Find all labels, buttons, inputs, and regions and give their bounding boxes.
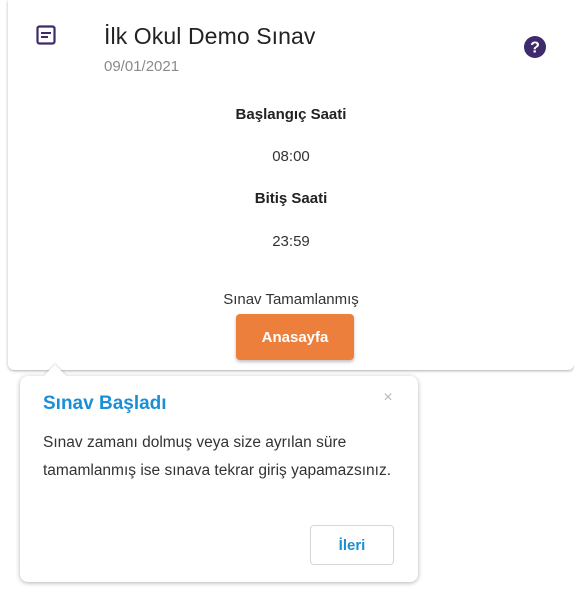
start-time-label: Başlangıç Saati: [235, 106, 347, 123]
exam-card: İlk Okul Demo Sınav 09/01/2021 ? Başlang…: [8, 0, 574, 370]
exam-date: 09/01/2021: [104, 58, 180, 75]
end-time-value: 23:59: [272, 233, 310, 250]
form-document-icon: [36, 25, 56, 45]
exam-status: Sınav Tamamlanmış: [223, 291, 359, 308]
next-button[interactable]: İleri: [310, 525, 394, 565]
tooltip-body: Sınav zamanı dolmuş veya size ayrılan sü…: [43, 434, 392, 479]
start-time-value: 08:00: [272, 148, 310, 165]
help-circle-icon[interactable]: ?: [524, 36, 546, 58]
tooltip-title: Sınav Başladı: [43, 393, 167, 414]
svg-text:?: ?: [530, 40, 540, 57]
home-button[interactable]: Anasayfa: [236, 314, 354, 360]
exam-title: İlk Okul Demo Sınav: [104, 23, 316, 49]
close-icon[interactable]: ×: [380, 390, 396, 406]
end-time-label: Bitiş Saati: [254, 190, 328, 207]
onboarding-tooltip: Sınav Başladı × Sınav zamanı dolmuş veya…: [20, 364, 418, 582]
